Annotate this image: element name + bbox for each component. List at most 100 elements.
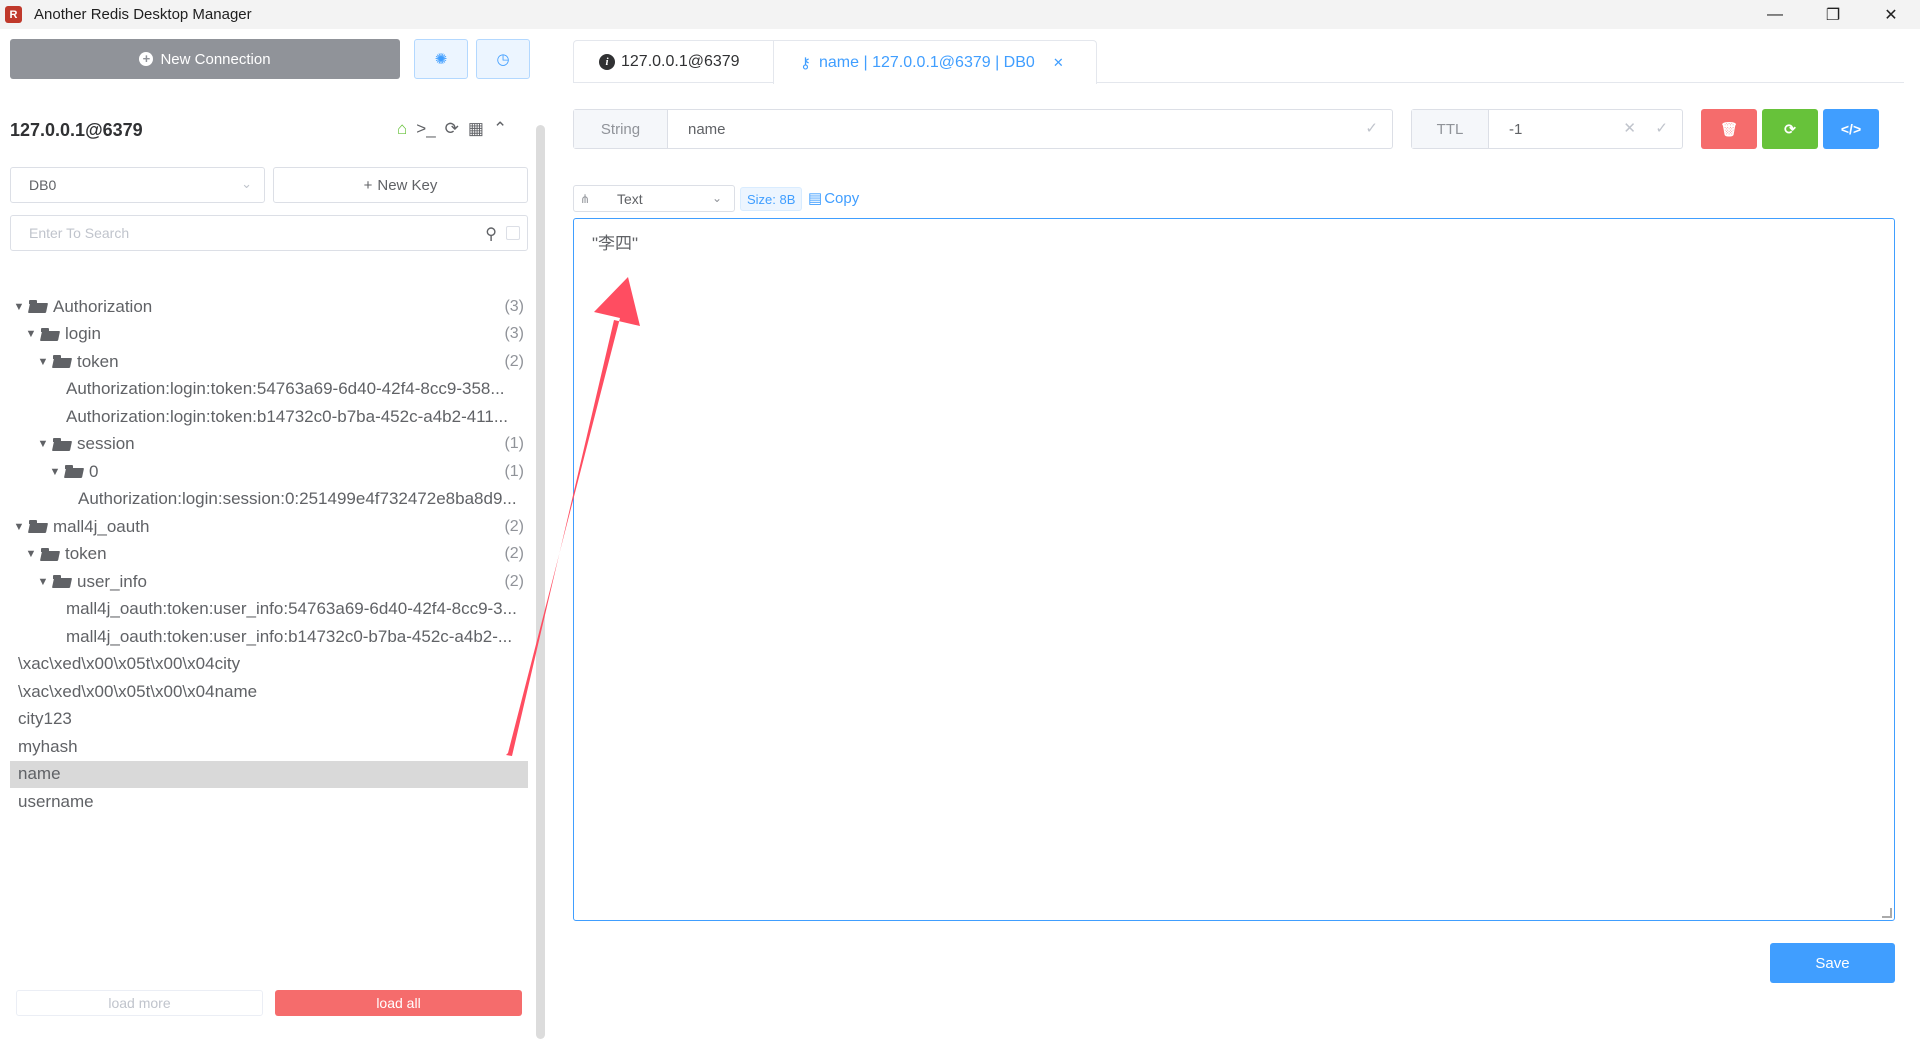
confirm-icon[interactable]: ✓ [1655, 119, 1668, 137]
chevron-down-icon[interactable]: ▼ [24, 328, 38, 340]
db-select[interactable]: DB0 ⌄ [10, 167, 265, 203]
load-all-button[interactable]: load all [275, 990, 522, 1016]
value-text: "李四" [592, 234, 639, 253]
tree-folder[interactable]: ▼ login (3) [10, 321, 528, 349]
tree-item-label: mall4j_oauth:token:user_info:54763a69-6d… [66, 599, 517, 619]
tree-item-label: city123 [18, 709, 72, 729]
tree-key[interactable]: mall4j_oauth:token:user_info:54763a69-6d… [10, 596, 528, 624]
search-icon[interactable]: ⚲ [485, 224, 497, 244]
confirm-icon[interactable]: ✓ [1365, 119, 1378, 137]
exact-match-checkbox[interactable] [506, 226, 520, 240]
tree-item-label: 0 [89, 461, 99, 481]
tree-folder[interactable]: ▼ session (1) [10, 431, 528, 459]
tree-folder[interactable]: ▼ mall4j_oauth (2) [10, 513, 528, 541]
tree-key[interactable]: name [10, 760, 528, 788]
plus-circle-icon: + [139, 52, 154, 66]
format-select[interactable]: ⋔ Text ⌄ [573, 185, 735, 212]
tab-label: name | 127.0.0.1@6379 | DB0 [819, 53, 1035, 71]
plus-icon: + [363, 176, 373, 194]
db-select-value: DB0 [29, 177, 57, 193]
home-icon[interactable]: ⌂ [397, 119, 407, 139]
chevron-down-icon[interactable]: ▼ [24, 548, 38, 560]
clear-icon[interactable]: ✕ [1623, 119, 1636, 137]
key-icon: ⚷ [800, 54, 811, 72]
clock-icon: ◷ [496, 51, 510, 68]
tree-item-count: (3) [504, 325, 524, 343]
folder-open-icon [53, 437, 71, 451]
ttl-group: TTL -1 ✕ ✓ [1411, 109, 1683, 149]
tree-key[interactable]: \xac\xed\x00\x05t\x00\x04city [10, 651, 528, 679]
ttl-input[interactable]: -1 ✕ ✓ [1489, 110, 1682, 148]
grid-icon[interactable]: ▦ [468, 119, 484, 139]
restore-button[interactable]: ❐ [1804, 0, 1862, 29]
tree-item-label: \xac\xed\x00\x05t\x00\x04name [18, 681, 258, 701]
tree-folder[interactable]: ▼ token (2) [10, 541, 528, 569]
refresh-icon[interactable]: ⟳ [445, 119, 459, 139]
tree-folder[interactable]: ▼ user_info (2) [10, 568, 528, 596]
history-button[interactable]: ◷ [476, 39, 530, 79]
close-window-button[interactable]: ✕ [1862, 0, 1920, 29]
folder-open-icon [29, 300, 47, 313]
folder-open-icon [29, 520, 47, 533]
new-connection-button[interactable]: + New Connection [10, 39, 400, 79]
sidebar-scrollbar[interactable] [536, 125, 545, 1039]
refresh-icon: ⟳ [1784, 120, 1796, 137]
tree-key[interactable]: Authorization:login:token:54763a69-6d40-… [10, 376, 528, 404]
connection-toolbar: ⌂ >_ ⟳ ▦ ⌃ [397, 119, 507, 139]
save-button[interactable]: Save [1770, 943, 1895, 983]
value-editor[interactable]: "李四" [573, 218, 1895, 921]
tree-key[interactable]: \xac\xed\x00\x05t\x00\x04name [10, 678, 528, 706]
tree-item-count: (3) [504, 297, 524, 315]
close-tab-icon[interactable]: ✕ [1053, 55, 1064, 71]
ttl-value: -1 [1509, 120, 1523, 138]
chevron-down-icon[interactable]: ▼ [36, 438, 50, 450]
tree-key[interactable]: Authorization:login:token:b14732c0-b7ba-… [10, 403, 528, 431]
chevron-down-icon[interactable]: ▼ [48, 466, 62, 478]
tree-item-label: session [77, 434, 135, 454]
sidebar: + New Connection ✺ ◷ 127.0.0.1@6379 ⌂ >_… [0, 29, 545, 1039]
tree-item-label: mall4j_oauth:token:user_info:b14732c0-b7… [66, 626, 513, 646]
chevron-up-icon[interactable]: ⌃ [493, 119, 507, 139]
load-more-button[interactable]: load more [16, 990, 263, 1016]
chevron-down-icon[interactable]: ▼ [12, 301, 26, 313]
tree-item-label: Authorization:login:token:b14732c0-b7ba-… [66, 406, 508, 426]
chevron-down-icon[interactable]: ▼ [36, 576, 50, 588]
ttl-label: TTL [1412, 110, 1489, 148]
folder-open-icon [53, 575, 71, 588]
tree-key[interactable]: myhash [10, 733, 528, 761]
tree-key[interactable]: mall4j_oauth:token:user_info:b14732c0-b7… [10, 623, 528, 651]
tab-bar: i 127.0.0.1@6379 ⚷ name | 127.0.0.1@6379… [573, 40, 1904, 84]
refresh-key-button[interactable]: ⟳ [1762, 109, 1818, 149]
tree-folder[interactable]: ▼ Authorization (3) [10, 293, 528, 321]
resize-handle[interactable] [1882, 908, 1892, 918]
minimize-button[interactable]: — [1746, 0, 1804, 29]
tree-folder[interactable]: ▼ 0 (1) [10, 458, 528, 486]
new-key-button[interactable]: + New Key [273, 167, 528, 203]
tree-key[interactable]: city123 [10, 706, 528, 734]
chevron-down-icon[interactable]: ▼ [12, 521, 26, 533]
dump-command-button[interactable]: </> [1823, 109, 1879, 149]
tree-item-label: Authorization:login:session:0:251499e4f7… [78, 489, 517, 509]
tree-item-count: (2) [504, 352, 524, 370]
tab-connection-info[interactable]: i 127.0.0.1@6379 [573, 40, 774, 83]
chevron-down-icon[interactable]: ▼ [36, 356, 50, 368]
copy-label: Copy [824, 189, 860, 207]
format-value: Text [617, 190, 643, 207]
key-name-input[interactable]: name ✓ [668, 110, 1392, 148]
tab-key-name[interactable]: ⚷ name | 127.0.0.1@6379 | DB0 ✕ [773, 40, 1097, 84]
settings-button[interactable]: ✺ [414, 39, 468, 79]
copy-button[interactable]: ▤ Copy [808, 189, 860, 208]
delete-key-button[interactable]: 🗑 [1701, 109, 1757, 149]
tree-folder[interactable]: ▼ token (2) [10, 348, 528, 376]
key-type-label: String [574, 110, 668, 148]
window-controls: — ❐ ✕ [1746, 0, 1920, 29]
tree-item-count: (1) [504, 435, 524, 453]
tree-key[interactable]: username [10, 788, 528, 816]
terminal-icon[interactable]: >_ [416, 119, 435, 139]
gear-icon: ✺ [434, 51, 448, 68]
tree-item-label: user_info [77, 571, 147, 591]
search-input[interactable] [11, 216, 451, 250]
new-connection-label: New Connection [160, 50, 271, 68]
document-icon: ▤ [808, 190, 823, 207]
tree-key[interactable]: Authorization:login:session:0:251499e4f7… [10, 486, 528, 514]
